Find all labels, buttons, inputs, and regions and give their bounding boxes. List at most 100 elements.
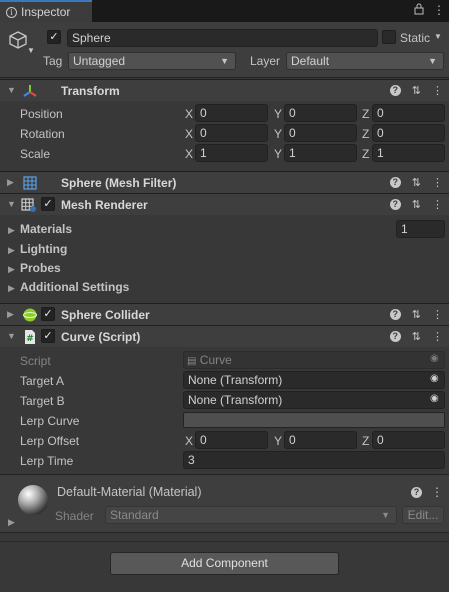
presets-sliders-icon[interactable]: ⇅ bbox=[412, 308, 421, 321]
static-checkbox[interactable] bbox=[382, 30, 396, 44]
foldout-closed-icon[interactable]: ▶ bbox=[8, 283, 15, 294]
help-icon[interactable]: ? bbox=[389, 177, 401, 188]
rotation-z-field[interactable]: 0 bbox=[372, 124, 445, 142]
chevron-down-icon: ▼ bbox=[220, 56, 229, 66]
object-picker-icon: ◉ bbox=[430, 353, 439, 364]
help-icon[interactable]: ? bbox=[389, 199, 401, 210]
foldout-open-icon[interactable]: ▼ bbox=[7, 331, 16, 341]
help-icon[interactable]: ? bbox=[389, 309, 401, 320]
tab-label: Inspector bbox=[21, 5, 71, 19]
tag-label: Tag bbox=[43, 54, 63, 68]
shader-dropdown[interactable]: Standard ▼ bbox=[105, 506, 397, 524]
inspector-tab[interactable]: i Inspector bbox=[0, 0, 92, 22]
mesh-renderer-enabled-checkbox[interactable]: ✓ bbox=[41, 197, 55, 211]
presets-sliders-icon[interactable]: ⇅ bbox=[412, 330, 421, 343]
edit-shader-button[interactable]: Edit... bbox=[402, 506, 444, 524]
info-icon: i bbox=[6, 6, 17, 18]
axis-z-label: Z bbox=[362, 127, 370, 141]
lock-icon[interactable] bbox=[414, 3, 424, 18]
active-checkbox[interactable]: ✓ bbox=[47, 30, 61, 44]
context-menu-icon[interactable]: ⋮ bbox=[432, 308, 443, 321]
foldout-closed-icon[interactable]: ▶ bbox=[8, 264, 15, 275]
icon-dropdown-arrow-icon[interactable]: ▼ bbox=[27, 46, 35, 55]
help-icon[interactable]: ? bbox=[411, 486, 422, 498]
position-x-field[interactable]: 0 bbox=[195, 104, 268, 122]
position-y-field[interactable]: 0 bbox=[284, 104, 357, 122]
lerp-offset-z-field[interactable]: 0 bbox=[372, 431, 445, 449]
rotation-x-field[interactable]: 0 bbox=[195, 124, 268, 142]
mesh-renderer-header[interactable]: ▼ ✓ Mesh Renderer ? ⇅ ⋮ bbox=[0, 193, 449, 215]
sphere-collider-enabled-checkbox[interactable]: ✓ bbox=[41, 307, 55, 321]
foldout-open-icon[interactable]: ▼ bbox=[7, 199, 16, 209]
lerp-offset-x-field[interactable]: 0 bbox=[195, 431, 268, 449]
lighting-label[interactable]: Lighting bbox=[20, 242, 67, 256]
more-menu-icon[interactable]: ⋮ bbox=[433, 3, 445, 18]
transform-header[interactable]: ▼ Transform ? ⇅ ⋮ bbox=[0, 79, 449, 101]
curve-script-header[interactable]: ▼ # ✓ Curve (Script) ? ⇅ ⋮ bbox=[0, 325, 449, 347]
sphere-collider-icon bbox=[22, 307, 38, 326]
context-menu-icon[interactable]: ⋮ bbox=[432, 330, 443, 343]
foldout-closed-icon[interactable]: ▶ bbox=[7, 177, 14, 188]
chevron-down-icon: ▼ bbox=[381, 510, 390, 520]
scale-x-field[interactable]: 1 bbox=[195, 144, 268, 162]
script-object-field: ▤ Curve bbox=[183, 351, 445, 369]
gameobject-cube-icon[interactable] bbox=[8, 30, 28, 53]
axis-x-label: X bbox=[185, 107, 194, 121]
help-icon[interactable]: ? bbox=[389, 331, 401, 342]
target-b-field[interactable]: None (Transform) bbox=[183, 391, 445, 409]
layer-dropdown[interactable]: Default ▼ bbox=[286, 52, 444, 70]
position-z-field[interactable]: 0 bbox=[372, 104, 445, 122]
context-menu-icon[interactable]: ⋮ bbox=[432, 176, 443, 189]
additional-settings-label[interactable]: Additional Settings bbox=[20, 280, 129, 294]
presets-sliders-icon[interactable]: ⇅ bbox=[412, 84, 421, 97]
mesh-filter-header[interactable]: ▶ Sphere (Mesh Filter) ? ⇅ ⋮ bbox=[0, 171, 449, 193]
context-menu-icon[interactable]: ⋮ bbox=[431, 485, 443, 499]
lerp-time-field[interactable]: 3 bbox=[183, 451, 445, 469]
scale-label: Scale bbox=[20, 147, 51, 161]
mesh-filter-title: Sphere (Mesh Filter) bbox=[61, 176, 177, 190]
axis-y-label: Y bbox=[274, 107, 283, 121]
foldout-closed-icon[interactable]: ▶ bbox=[8, 245, 15, 256]
lerp-offset-y-field[interactable]: 0 bbox=[284, 431, 357, 449]
sphere-collider-header[interactable]: ▶ ✓ Sphere Collider ? ⇅ ⋮ bbox=[0, 303, 449, 325]
context-menu-icon[interactable]: ⋮ bbox=[432, 198, 443, 211]
rotation-y-field[interactable]: 0 bbox=[284, 124, 357, 142]
probes-label[interactable]: Probes bbox=[20, 261, 61, 275]
curve-script-enabled-checkbox[interactable]: ✓ bbox=[41, 329, 55, 343]
axis-y-label: Y bbox=[274, 147, 283, 161]
object-picker-icon[interactable]: ◉ bbox=[430, 393, 439, 404]
layer-label: Layer bbox=[250, 54, 281, 68]
lerp-curve-field[interactable] bbox=[183, 412, 445, 428]
scale-z-field[interactable]: 1 bbox=[372, 144, 445, 162]
script-label: Script bbox=[20, 354, 51, 368]
foldout-closed-icon[interactable]: ▶ bbox=[8, 517, 15, 528]
script-file-icon: ▤ bbox=[187, 356, 197, 367]
position-label: Position bbox=[20, 107, 63, 121]
foldout-open-icon[interactable]: ▼ bbox=[7, 85, 16, 95]
object-header: ▼ ✓ Sphere Static ▼ Tag Untagged ▼ Layer… bbox=[0, 22, 449, 78]
presets-sliders-icon[interactable]: ⇅ bbox=[412, 176, 421, 189]
target-a-label: Target A bbox=[20, 374, 65, 388]
object-name-field[interactable]: Sphere bbox=[67, 29, 378, 47]
axis-x-label: X bbox=[185, 434, 194, 448]
material-preview-sphere-icon bbox=[16, 483, 50, 520]
materials-count-field[interactable]: 1 bbox=[396, 220, 445, 238]
foldout-closed-icon[interactable]: ▶ bbox=[8, 225, 15, 236]
axis-z-label: Z bbox=[362, 107, 370, 121]
target-a-field[interactable]: None (Transform) bbox=[183, 371, 445, 389]
materials-label[interactable]: Materials bbox=[20, 222, 72, 236]
context-menu-icon[interactable]: ⋮ bbox=[432, 84, 443, 97]
object-picker-icon[interactable]: ◉ bbox=[430, 373, 439, 384]
tag-dropdown[interactable]: Untagged ▼ bbox=[68, 52, 236, 70]
help-icon[interactable]: ? bbox=[389, 85, 401, 96]
script-value: Curve bbox=[199, 353, 232, 367]
foldout-closed-icon[interactable]: ▶ bbox=[7, 309, 14, 320]
presets-sliders-icon[interactable]: ⇅ bbox=[412, 198, 421, 211]
mesh-grid-icon bbox=[22, 175, 38, 194]
static-dropdown-arrow-icon[interactable]: ▼ bbox=[434, 32, 442, 41]
divider bbox=[0, 532, 449, 533]
lerp-curve-label: Lerp Curve bbox=[20, 414, 80, 428]
scale-y-field[interactable]: 1 bbox=[284, 144, 357, 162]
add-component-button[interactable]: Add Component bbox=[110, 552, 339, 575]
lerp-time-label: Lerp Time bbox=[20, 454, 74, 468]
